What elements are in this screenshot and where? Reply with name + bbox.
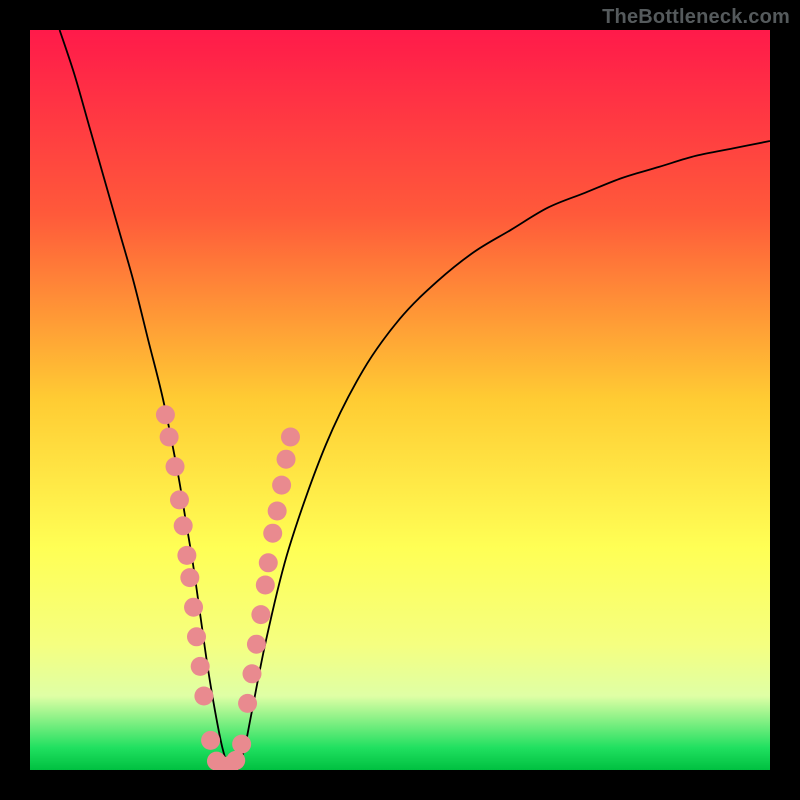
bottleneck-curve xyxy=(60,30,770,770)
data-point xyxy=(174,516,193,535)
chart-svg xyxy=(30,30,770,770)
data-point xyxy=(256,576,275,595)
data-point xyxy=(226,751,245,770)
data-point xyxy=(177,546,196,565)
data-point xyxy=(243,664,262,683)
data-point xyxy=(263,524,282,543)
data-point xyxy=(160,428,179,447)
data-point xyxy=(180,568,199,587)
data-point xyxy=(232,735,251,754)
data-point xyxy=(272,476,291,495)
plot-area xyxy=(30,30,770,770)
data-point xyxy=(156,405,175,424)
data-point xyxy=(238,694,257,713)
data-point xyxy=(194,687,213,706)
data-point xyxy=(277,450,296,469)
data-point xyxy=(187,627,206,646)
data-point xyxy=(170,490,189,509)
data-point xyxy=(184,598,203,617)
data-point xyxy=(191,657,210,676)
data-point xyxy=(166,457,185,476)
data-point xyxy=(247,635,266,654)
attribution-text: TheBottleneck.com xyxy=(602,6,790,29)
data-point xyxy=(259,553,278,572)
data-point xyxy=(251,605,270,624)
data-point xyxy=(281,428,300,447)
chart-frame: TheBottleneck.com xyxy=(0,0,800,800)
data-point xyxy=(201,731,220,750)
data-point xyxy=(268,502,287,521)
